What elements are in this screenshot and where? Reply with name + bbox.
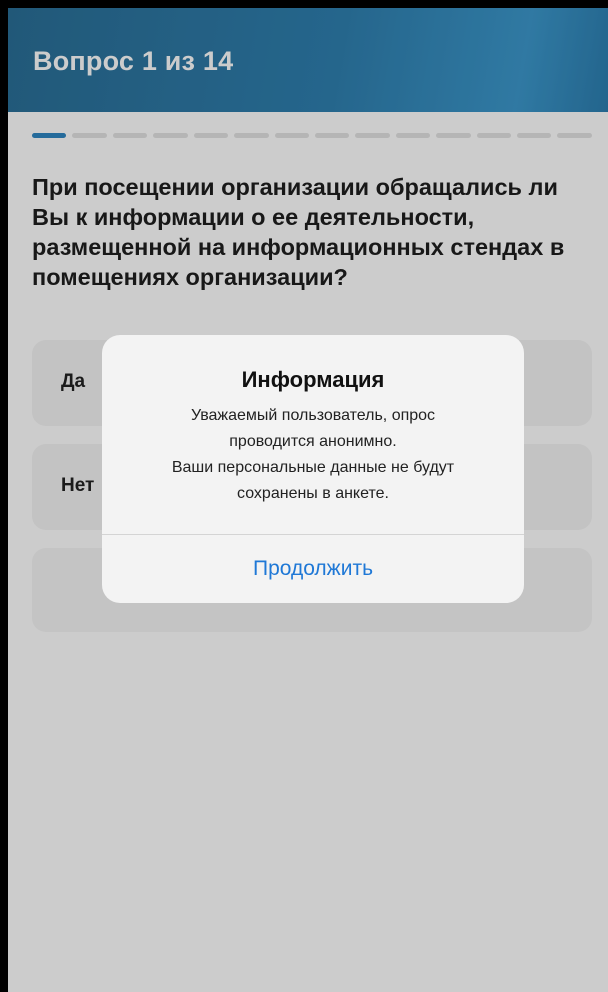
dialog-message-line: Уважаемый пользователь, опрос <box>190 407 436 424</box>
continue-button[interactable]: Продолжить <box>102 535 524 603</box>
dialog-message-line: Ваши персональные данные не будут <box>171 459 455 476</box>
dialog-message-line: проводится анонимно. <box>229 433 397 450</box>
dialog-title: Информация <box>241 367 385 392</box>
info-alert-dialog: Информация Уважаемый пользователь, опрос… <box>102 335 524 603</box>
dialog-message-line: сохранены в анкете. <box>237 485 389 502</box>
dialog-message: Уважаемый пользователь, опрос проводится… <box>102 403 524 507</box>
app-screen: Вопрос 1 из 14 При посещении организации… <box>8 8 608 992</box>
